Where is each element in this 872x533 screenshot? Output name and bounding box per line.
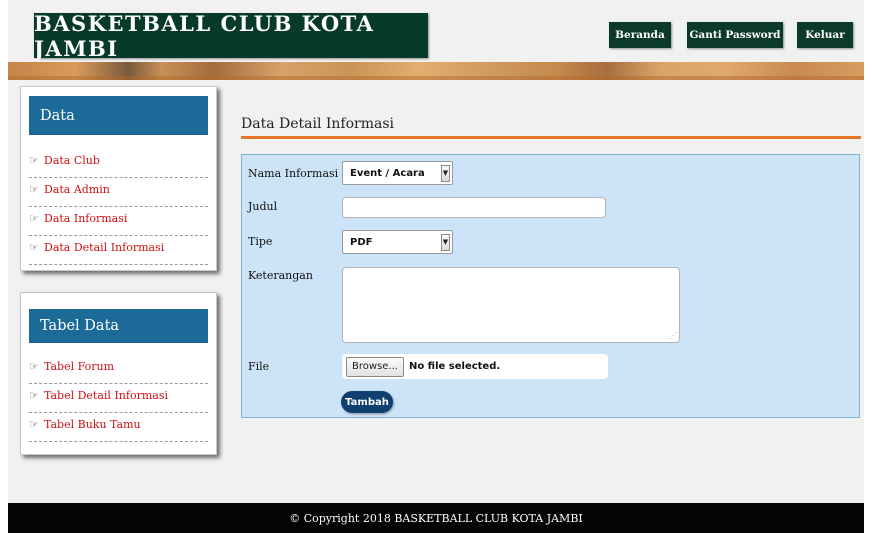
hand-pointing-icon: ☞ bbox=[29, 389, 39, 402]
page-title: Data Detail Informasi bbox=[241, 116, 395, 132]
hand-pointing-icon: ☞ bbox=[29, 154, 39, 167]
sidebar-data-title: Data bbox=[29, 96, 208, 135]
hand-pointing-icon: ☞ bbox=[29, 360, 39, 373]
sidebar-item-data-club[interactable]: ☞ Data Club bbox=[29, 149, 208, 178]
hand-pointing-icon: ☞ bbox=[29, 212, 39, 225]
banner-image-strip bbox=[8, 62, 864, 80]
tipe-value: PDF bbox=[350, 236, 373, 248]
judul-input[interactable] bbox=[342, 197, 606, 218]
nav-beranda-button[interactable]: Beranda bbox=[609, 22, 671, 48]
sidebar-item-label: Tabel Forum bbox=[44, 360, 115, 373]
header: BASKETBALL CLUB KOTA JAMBI Beranda Ganti… bbox=[8, 0, 864, 62]
tambah-button[interactable]: Tambah bbox=[341, 391, 393, 413]
site-logo[interactable]: BASKETBALL CLUB KOTA JAMBI bbox=[34, 10, 428, 61]
sidebar-tabel-list: ☞ Tabel Forum ☞ Tabel Detail Informasi ☞ Ta… bbox=[29, 355, 208, 442]
sidebar-data-box: Data ☞ Data Club ☞ Data Admin ☞ Data Inform… bbox=[20, 86, 217, 271]
hand-pointing-icon: ☞ bbox=[29, 183, 39, 196]
tipe-label: Tipe bbox=[248, 235, 273, 248]
nama-informasi-value: Event / Acara bbox=[350, 167, 425, 179]
sidebar-item-label: Tabel Detail Informasi bbox=[44, 389, 168, 402]
nama-informasi-select[interactable]: Event / Acara ▼ bbox=[342, 161, 453, 185]
keterangan-textarea[interactable]: ⋰ bbox=[342, 267, 680, 343]
sidebar-item-data-admin[interactable]: ☞ Data Admin bbox=[29, 178, 208, 207]
nav-ganti-password-button[interactable]: Ganti Password bbox=[687, 22, 783, 48]
sidebar-item-tabel-detail-informasi[interactable]: ☞ Tabel Detail Informasi bbox=[29, 384, 208, 413]
copyright-text: © Copyright 2018 BASKETBALL CLUB KOTA JA… bbox=[289, 511, 583, 525]
sidebar-item-label: Tabel Buku Tamu bbox=[44, 418, 141, 431]
chevron-down-icon[interactable]: ▼ bbox=[441, 164, 450, 182]
nav-keluar-button[interactable]: Keluar bbox=[797, 22, 853, 48]
file-input[interactable]: Browse... No file selected. bbox=[342, 354, 608, 379]
sidebar-item-data-informasi[interactable]: ☞ Data Informasi bbox=[29, 207, 208, 236]
sidebar-tabel-title: Tabel Data bbox=[29, 309, 208, 343]
hand-pointing-icon: ☞ bbox=[29, 418, 39, 431]
nama-informasi-label: Nama Informasi bbox=[248, 167, 339, 180]
keterangan-label: Keterangan bbox=[248, 269, 313, 282]
site-title: BASKETBALL CLUB KOTA JAMBI bbox=[34, 10, 375, 61]
file-label: File bbox=[248, 360, 270, 373]
detail-informasi-form: Nama Informasi Event / Acara ▼ Judul Tip… bbox=[241, 154, 860, 418]
sidebar-item-label: Data Detail Informasi bbox=[44, 241, 165, 254]
sidebar-item-tabel-buku-tamu[interactable]: ☞ Tabel Buku Tamu bbox=[29, 413, 208, 442]
sidebar-item-label: Data Club bbox=[44, 154, 100, 167]
title-divider bbox=[241, 136, 861, 139]
page: BASKETBALL CLUB KOTA JAMBI Beranda Ganti… bbox=[8, 0, 864, 533]
sidebar-item-data-detail-informasi[interactable]: ☞ Data Detail Informasi bbox=[29, 236, 208, 265]
judul-label: Judul bbox=[248, 200, 278, 213]
footer: © Copyright 2018 BASKETBALL CLUB KOTA JA… bbox=[8, 503, 864, 533]
chevron-down-icon[interactable]: ▼ bbox=[441, 233, 450, 251]
sidebar-data-list: ☞ Data Club ☞ Data Admin ☞ Data Informasi ☞… bbox=[29, 149, 208, 265]
hand-pointing-icon: ☞ bbox=[29, 241, 39, 254]
sidebar-item-tabel-forum[interactable]: ☞ Tabel Forum bbox=[29, 355, 208, 384]
sidebar-item-label: Data Informasi bbox=[44, 212, 128, 225]
file-status-text: No file selected. bbox=[408, 361, 501, 372]
resize-grip-icon[interactable]: ⋰ bbox=[669, 331, 677, 340]
sidebar-item-label: Data Admin bbox=[44, 183, 110, 196]
browse-button[interactable]: Browse... bbox=[346, 356, 404, 377]
sidebar-tabel-box: Tabel Data ☞ Tabel Forum ☞ Tabel Detail In… bbox=[20, 292, 217, 455]
tipe-select[interactable]: PDF ▼ bbox=[342, 230, 453, 254]
